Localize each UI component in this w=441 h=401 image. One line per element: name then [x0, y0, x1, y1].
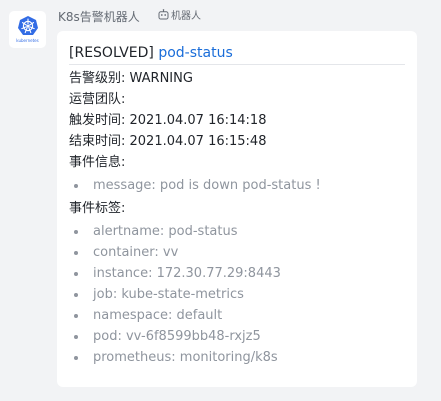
- event-info-label: 事件信息:: [69, 155, 126, 170]
- ops-team: 运营团队:: [69, 92, 126, 107]
- list-item: container: vv: [74, 242, 405, 263]
- bot-tag-label: 机器人: [171, 11, 201, 22]
- event-labels-label: 事件标签:: [69, 201, 126, 216]
- message-card: [RESOLVED] pod-status 告警级别: WARNING 运营团队…: [57, 31, 417, 387]
- avatar[interactable]: kubernetes: [9, 11, 46, 48]
- list-item: namespace: default: [74, 305, 405, 326]
- card-title: [RESOLVED] pod-status: [69, 43, 405, 63]
- start-time: 触发时间: 2021.04.07 16:14:18: [69, 113, 267, 128]
- list-item: instance: 172.30.77.29:8443: [74, 263, 405, 284]
- kubernetes-logo-icon: [17, 16, 38, 35]
- list-item: pod: vv-6f8599bb48-rxjz5: [74, 326, 405, 347]
- avatar-brand-text: kubernetes: [16, 38, 39, 43]
- robot-icon: [158, 9, 169, 25]
- alert-status: [RESOLVED]: [69, 45, 154, 61]
- list-item: prometheus: monitoring/k8s: [74, 347, 405, 368]
- alert-level: 告警级别: WARNING: [69, 71, 193, 86]
- list-item: alertname: pod-status: [74, 221, 405, 242]
- card-divider: [69, 64, 405, 65]
- event-info-list: message: pod is down pod-status !: [69, 175, 405, 196]
- sender-name[interactable]: K8s告警机器人: [58, 9, 140, 25]
- list-item: job: kube-state-metrics: [74, 284, 405, 305]
- event-labels-list: alertname: pod-status container: vv inst…: [69, 221, 405, 368]
- list-item: message: pod is down pod-status !: [74, 175, 405, 196]
- alert-link[interactable]: pod-status: [158, 45, 232, 61]
- bot-tag: 机器人: [158, 9, 201, 25]
- end-time: 结束时间: 2021.04.07 16:15:48: [69, 134, 267, 149]
